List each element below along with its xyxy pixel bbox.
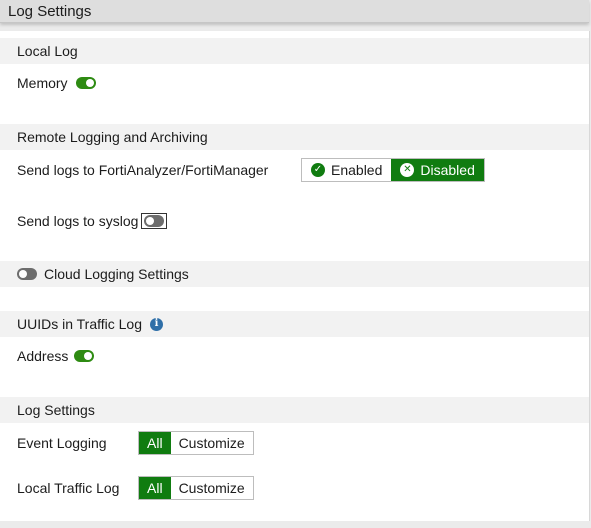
syslog-row: Send logs to syslog <box>17 213 168 229</box>
fortianalyzer-row: Send logs to FortiAnalyzer/FortiManager … <box>17 158 485 182</box>
fortianalyzer-disabled-option[interactable]: ✕ Disabled <box>391 159 484 181</box>
local-traffic-customize-option[interactable]: Customize <box>171 477 253 499</box>
cloud-logging-header: Cloud Logging Settings <box>0 261 589 287</box>
address-label: Address <box>17 348 69 364</box>
fortianalyzer-segmented-control: ✓ Enabled ✕ Disabled <box>301 158 485 182</box>
cloud-logging-label: Cloud Logging Settings <box>44 266 189 282</box>
memory-toggle[interactable] <box>75 77 96 89</box>
syslog-toggle-switch <box>144 215 165 227</box>
section-header-local-log: Local Log <box>0 38 589 64</box>
x-circle-icon: ✕ <box>400 163 415 177</box>
event-logging-label: Event Logging <box>17 435 107 451</box>
uuids-heading: UUIDs in Traffic Log <box>17 316 143 332</box>
disabled-option-label: Disabled <box>420 162 475 178</box>
enabled-option-label: Enabled <box>331 162 383 178</box>
event-logging-row: Event Logging All Customize <box>17 431 254 455</box>
syslog-label: Send logs to syslog <box>17 213 139 229</box>
check-circle-icon: ✓ <box>311 163 325 177</box>
info-icon[interactable]: i <box>150 317 164 331</box>
fortianalyzer-enabled-option[interactable]: ✓ Enabled <box>302 159 391 181</box>
address-row: Address <box>17 348 95 364</box>
memory-row: Memory <box>17 75 96 91</box>
event-logging-all-option[interactable]: All <box>139 432 171 454</box>
local-traffic-log-row: Local Traffic Log All Customize <box>17 476 254 500</box>
address-toggle[interactable] <box>74 350 95 362</box>
event-logging-customize-option[interactable]: Customize <box>171 432 253 454</box>
memory-label: Memory <box>17 75 68 91</box>
section-header-log-settings: Log Settings <box>0 397 589 423</box>
panel-title: Log Settings <box>0 0 589 23</box>
settings-content: Local Log Memory Remote Logging and Arch… <box>0 31 590 521</box>
local-traffic-log-label: Local Traffic Log <box>17 480 120 496</box>
syslog-toggle[interactable] <box>141 213 168 229</box>
section-header-remote-logging: Remote Logging and Archiving <box>0 124 589 150</box>
section-header-uuids: UUIDs in Traffic Log i <box>0 311 589 337</box>
local-traffic-log-segmented-control: All Customize <box>138 476 254 500</box>
local-traffic-all-option[interactable]: All <box>139 477 171 499</box>
cloud-logging-toggle[interactable] <box>17 268 37 280</box>
fortianalyzer-label: Send logs to FortiAnalyzer/FortiManager <box>17 162 269 178</box>
event-logging-segmented-control: All Customize <box>138 431 254 455</box>
